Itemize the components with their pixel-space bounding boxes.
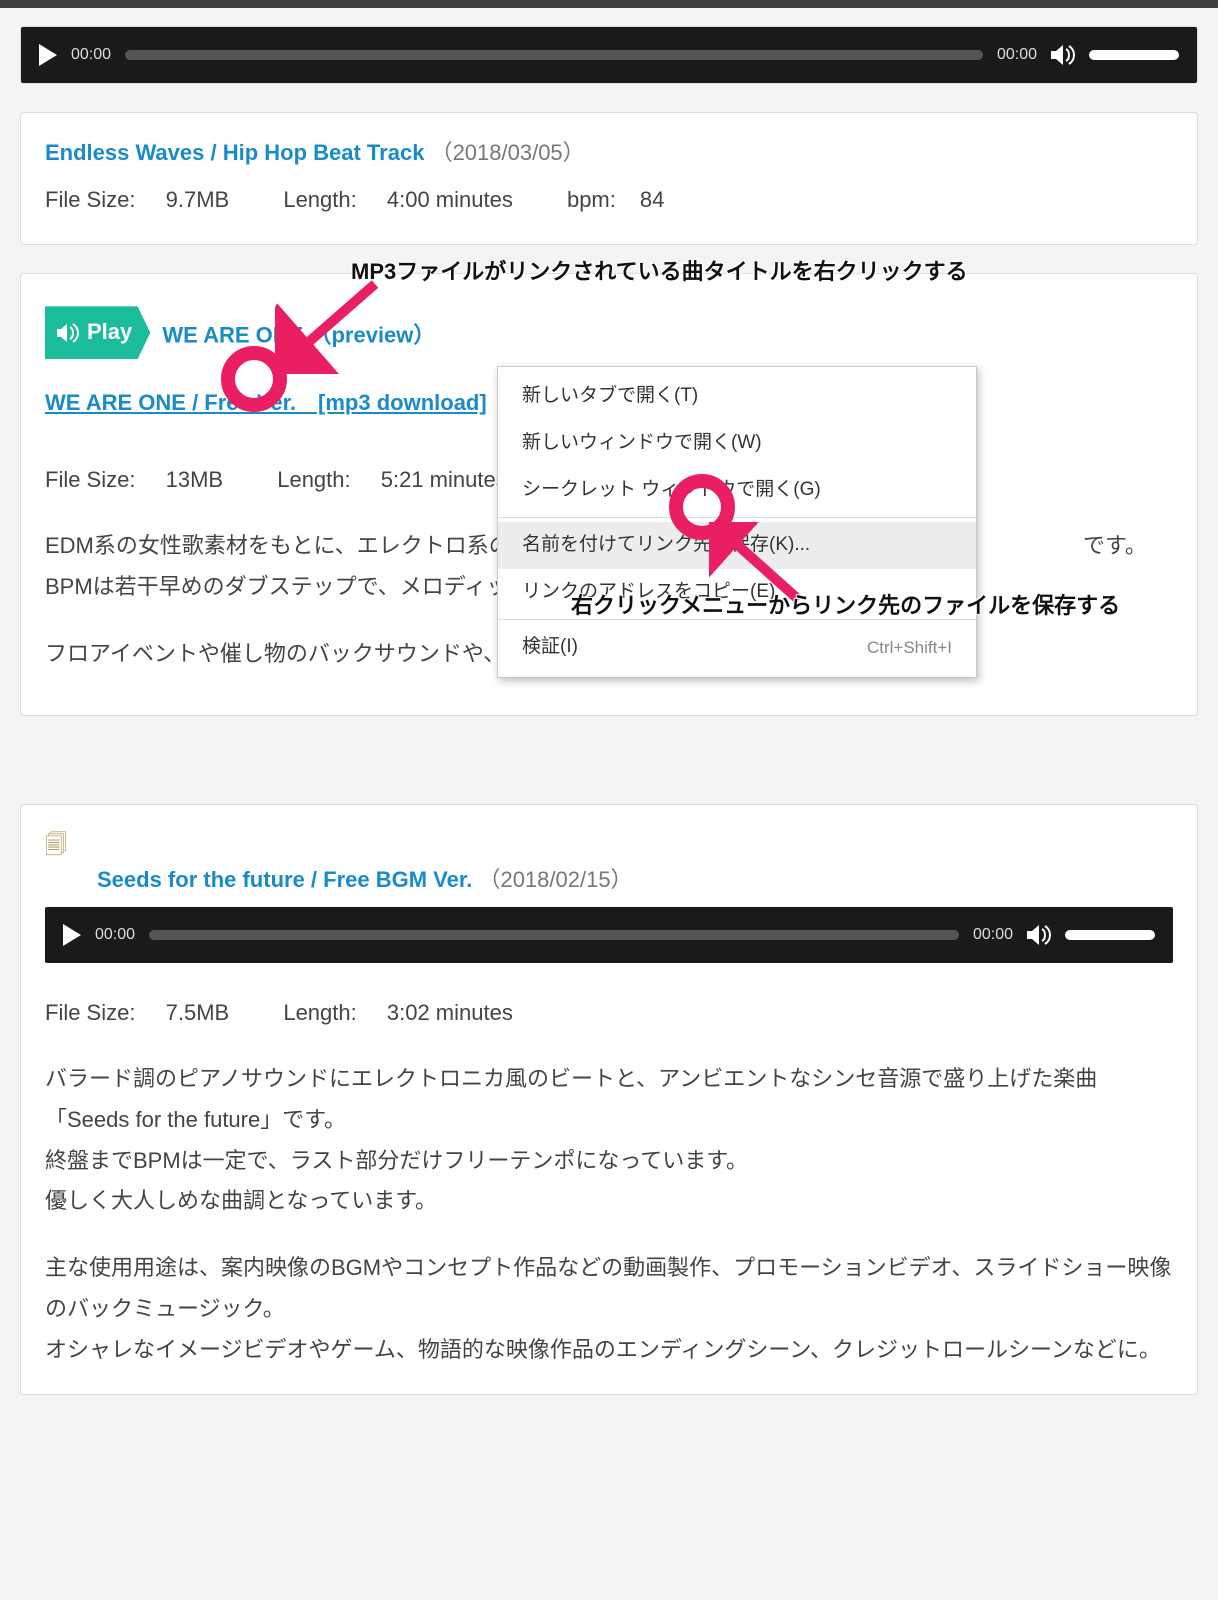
mp3-download-link[interactable]: WE ARE ONE / Free Ver. [mp3 download] (45, 390, 487, 415)
length-label: Length: (283, 187, 356, 212)
length-value: 3:02 minutes (387, 1000, 513, 1025)
time-total: 00:00 (973, 920, 1013, 950)
music-note-icon: 🗐 (45, 825, 67, 866)
track-date: （2018/03/05） (431, 140, 585, 165)
track3-desc5: オシャレなイメージビデオやゲーム、物語的な映像作品のエンディングシーン、クレジッ… (45, 1330, 1173, 1371)
preview-title-link[interactable]: WE ARE ONE （preview） (162, 323, 435, 348)
track-title-link[interactable]: Endless Waves / Hip Hop Beat Track (45, 140, 424, 165)
track-meta: File Size: 9.7MB Length: 4:00 minutes bp… (45, 180, 1173, 221)
play-icon[interactable] (39, 44, 57, 66)
length-value: 4:00 minutes (387, 187, 513, 212)
audio-card-top: 00:00 00:00 (20, 26, 1198, 84)
track3-date: （2018/02/15） (478, 867, 632, 892)
track3-title-link[interactable]: Seeds for the future / Free BGM Ver. (97, 867, 472, 892)
filesize-value: 13MB (166, 467, 223, 492)
play-label: Play (87, 312, 132, 353)
page-topbar (0, 0, 1218, 8)
track3-desc3: 優しく大人しめな曲調となっています。 (45, 1181, 1173, 1222)
ctx-inspect[interactable]: 検証(I) Ctrl+Shift+I (498, 624, 976, 671)
time-total: 00:00 (997, 40, 1037, 70)
bpm-value: 84 (640, 187, 664, 212)
ctx-separator (498, 517, 976, 518)
ctx-save-link-as[interactable]: 名前を付けてリンク先を保存(K)... (498, 522, 976, 569)
play-icon[interactable] (63, 924, 81, 946)
filesize-value: 9.7MB (166, 187, 230, 212)
track3-desc1: バラード調のピアノサウンドにエレクトロニカ風のビートと、アンビエントなシンセ音源… (45, 1059, 1173, 1140)
track-card-we-are-one: MP3ファイルがリンクされている曲タイトルを右クリックする Play WE AR… (20, 273, 1198, 715)
progress-bar[interactable] (125, 50, 983, 60)
bpm-label: bpm: (567, 187, 616, 212)
track3-desc2: 終盤までBPMは一定で、ラスト部分だけフリーテンポになっています。 (45, 1141, 1173, 1182)
filesize-label: File Size: (45, 1000, 135, 1025)
length-value: 5:21 minutes (381, 467, 507, 492)
audio-player: 00:00 00:00 (21, 27, 1197, 83)
ctx-inspect-shortcut: Ctrl+Shift+I (867, 636, 952, 660)
time-current: 00:00 (71, 40, 111, 70)
filesize-value: 7.5MB (166, 1000, 230, 1025)
audio-player-track3: 00:00 00:00 (45, 907, 1173, 963)
volume-icon[interactable] (1027, 924, 1051, 946)
filesize-label: File Size: (45, 187, 135, 212)
play-badge[interactable]: Play (45, 306, 150, 359)
context-menu: 新しいタブで開く(T) 新しいウィンドウで開く(W) シークレット ウィンドウで… (497, 366, 977, 678)
ctx-copy-link-address[interactable]: リンクのアドレスをコピー(E) (498, 569, 976, 616)
volume-slider[interactable] (1089, 50, 1179, 60)
track-card-endless-waves: Endless Waves / Hip Hop Beat Track （2018… (20, 112, 1198, 245)
volume-icon[interactable] (1051, 44, 1075, 66)
ctx-open-new-tab[interactable]: 新しいタブで開く(T) (498, 373, 976, 420)
filesize-label: File Size: (45, 467, 135, 492)
length-label: Length: (277, 467, 350, 492)
ctx-separator (498, 619, 976, 620)
ctx-open-incognito[interactable]: シークレット ウィンドウで開く(G) (498, 467, 976, 514)
volume-slider[interactable] (1065, 930, 1155, 940)
length-label: Length: (283, 1000, 356, 1025)
speaker-icon (57, 323, 79, 343)
time-current: 00:00 (95, 920, 135, 950)
annotation-top: MP3ファイルがリンクされている曲タイトルを右クリックする (351, 252, 968, 293)
progress-bar[interactable] (149, 930, 959, 940)
ctx-open-new-window[interactable]: 新しいウィンドウで開く(W) (498, 420, 976, 467)
track-card-seeds: 🗐 Seeds for the future / Free BGM Ver. （… (20, 804, 1198, 1396)
track3-meta: File Size: 7.5MB Length: 3:02 minutes (45, 993, 1173, 1034)
track3-desc4: 主な使用用途は、案内映像のBGMやコンセプト作品などの動画製作、プロモーションビ… (45, 1248, 1173, 1329)
